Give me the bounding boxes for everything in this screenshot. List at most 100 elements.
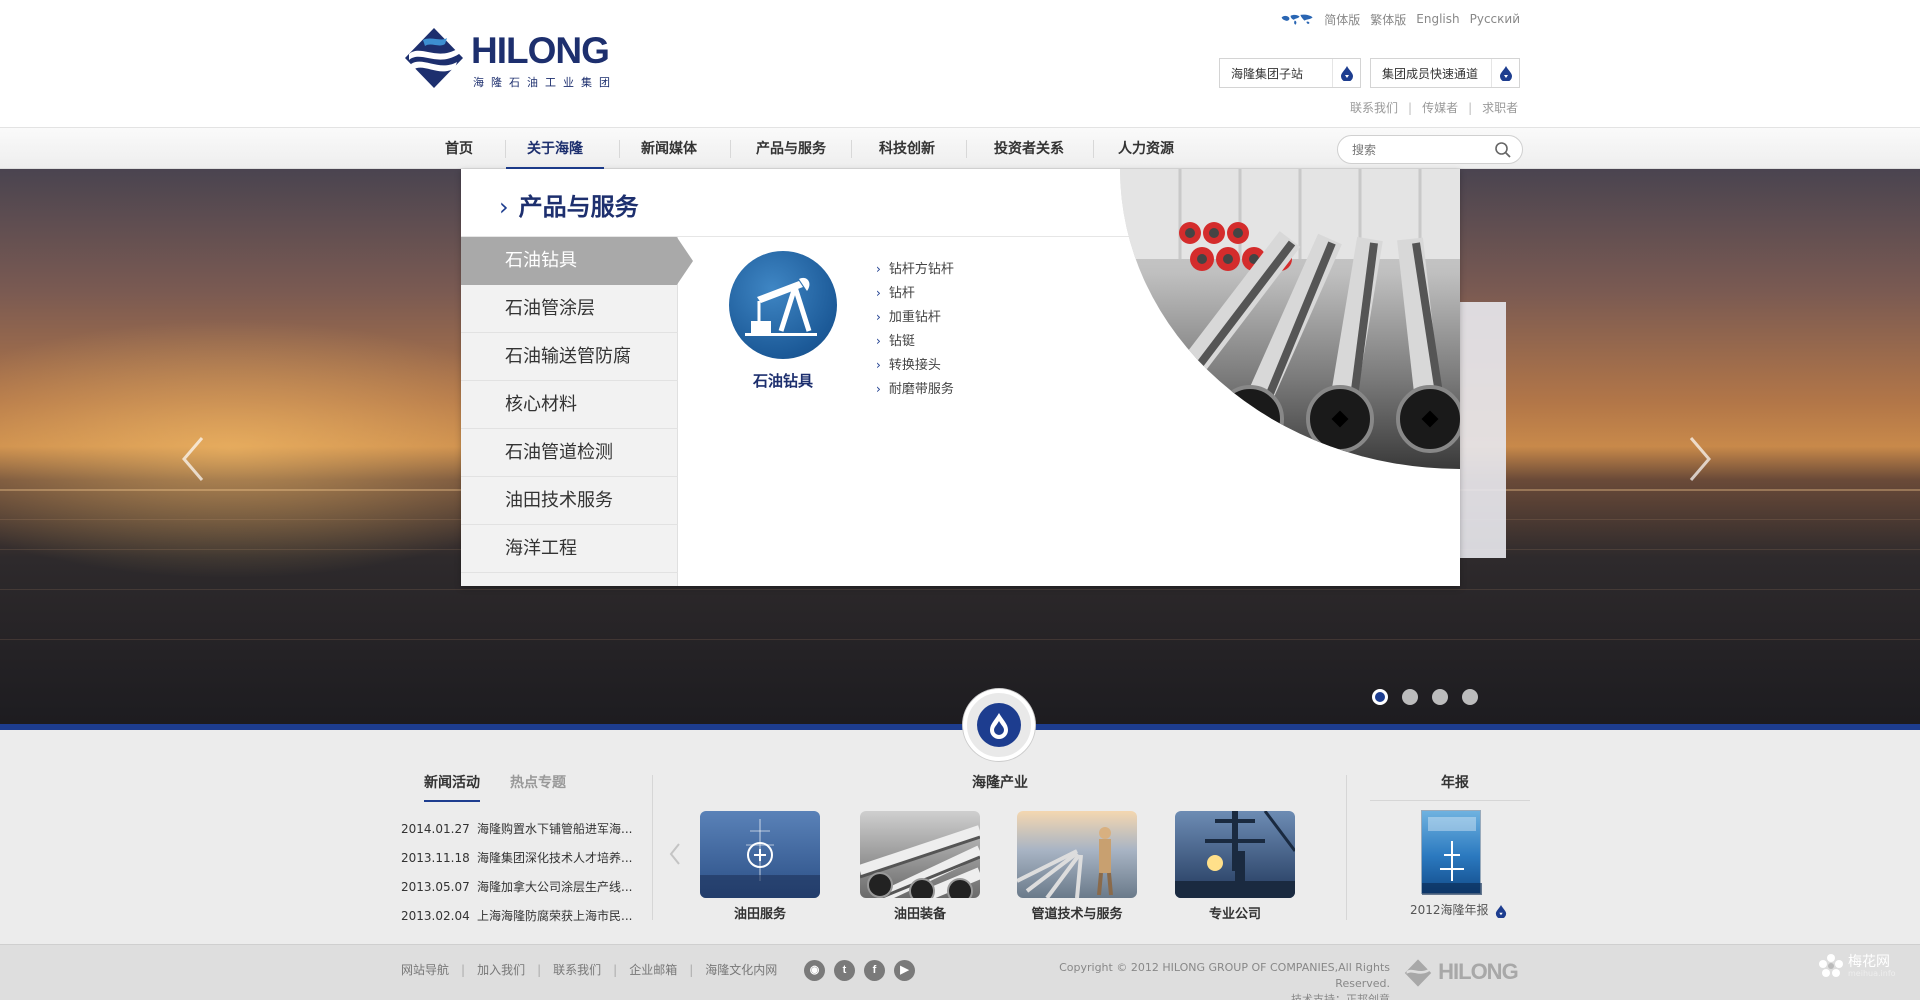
search-icon[interactable] bbox=[1494, 141, 1512, 159]
footer-link-join-us[interactable]: 加入我们 bbox=[477, 963, 525, 977]
category-core-materials[interactable]: 核心材料 bbox=[461, 381, 678, 429]
annual-report-label: 2012海隆年报 bbox=[1410, 903, 1489, 917]
industry-title: 海隆产业 bbox=[972, 775, 1028, 791]
nav-item-investors[interactable]: 投资者关系 bbox=[978, 128, 1080, 170]
nav-item-products[interactable]: 产品与服务 bbox=[741, 128, 841, 170]
accent-bar bbox=[0, 724, 1920, 730]
subproduct-label: 耐磨带服务 bbox=[888, 382, 954, 397]
category-drilling-tools[interactable]: 石油钻具 bbox=[461, 237, 693, 285]
news-title: 海隆购置水下铺管船进军海... bbox=[477, 822, 633, 836]
slide-dot-3[interactable] bbox=[1432, 689, 1448, 705]
subproduct-link[interactable]: › 钻铤 bbox=[876, 329, 954, 353]
footer-link-sitemap[interactable]: 网站导航 bbox=[401, 963, 449, 977]
annual-report-cover[interactable] bbox=[1421, 810, 1482, 895]
member-channel-dropdown-button[interactable] bbox=[1491, 59, 1519, 87]
lang-russian[interactable]: Русский bbox=[1470, 12, 1520, 26]
nav-separator bbox=[1093, 140, 1094, 158]
hilong-logo[interactable]: HILONG 海隆石油工业集团 bbox=[401, 26, 623, 90]
industry-label[interactable]: 油田服务 bbox=[700, 903, 820, 922]
subsite-dropdown-button[interactable] bbox=[1332, 59, 1360, 87]
chevron-right-icon: › bbox=[876, 334, 881, 348]
news-title: 上海海隆防腐荣获上海市民... bbox=[477, 909, 633, 923]
news-item[interactable]: 2013.05.07 海隆加拿大公司涂层生产线... bbox=[401, 873, 632, 902]
news-item[interactable]: 2013.11.18 海隆集团深化技术人才培养... bbox=[401, 844, 632, 873]
category-offshore-engineering[interactable]: 海洋工程 bbox=[461, 525, 678, 573]
footer-separator: | bbox=[461, 963, 466, 977]
link-contact-us[interactable]: 联系我们 bbox=[1350, 101, 1398, 115]
industry-pipeline-services-image[interactable] bbox=[1017, 811, 1137, 898]
chevron-left-icon[interactable] bbox=[668, 842, 682, 866]
footer-link-intranet[interactable]: 海隆文化内网 bbox=[705, 963, 777, 977]
category-pipe-coating[interactable]: 石油管涂层 bbox=[461, 285, 678, 333]
category-pipeline-inspection[interactable]: 石油管道检测 bbox=[461, 429, 678, 477]
site-footer: 网站导航 | 加入我们 | 联系我们 | 企业邮箱 | 海隆文化内网 ◉ t f ▶ Copyr… bbox=[0, 944, 1920, 1000]
nav-item-about[interactable]: 关于海隆 bbox=[506, 128, 604, 170]
news-item[interactable]: 2013.02.04 上海海隆防腐荣获上海市民... bbox=[401, 902, 632, 931]
subproduct-label: 钻铤 bbox=[888, 334, 915, 349]
industry-label[interactable]: 管道技术与服务 bbox=[1017, 903, 1137, 922]
subproduct-link[interactable]: › 钻杆方钻杆 bbox=[876, 257, 954, 281]
nav-item-home[interactable]: 首页 bbox=[431, 128, 487, 170]
member-channel-select[interactable]: 集团成员快速通道 bbox=[1370, 58, 1520, 88]
footer-logo[interactable]: HILONG bbox=[1403, 958, 1519, 988]
tab-hot-topics[interactable]: 热点专题 bbox=[510, 772, 566, 802]
footer-link-email[interactable]: 企业邮箱 bbox=[629, 963, 677, 977]
category-pipeline-anticorrosion[interactable]: 石油输送管防腐 bbox=[461, 333, 678, 381]
main-nav: 首页 关于海隆 新闻媒体 产品与服务 科技创新 投资者关系 人力资源 bbox=[0, 127, 1920, 170]
slide-dot-1[interactable] bbox=[1372, 689, 1388, 705]
tech-support-text: 技术支持：正邦创意 bbox=[1291, 993, 1390, 1000]
industry-oilfield-equipment-image[interactable] bbox=[860, 811, 980, 898]
news-date: 2013.11.18 bbox=[401, 851, 470, 865]
weibo-icon[interactable]: ◉ bbox=[804, 960, 825, 981]
industry-label[interactable]: 专业公司 bbox=[1175, 903, 1295, 922]
slide-dot-4[interactable] bbox=[1462, 689, 1478, 705]
lang-english[interactable]: English bbox=[1416, 12, 1459, 26]
brand-name: HILONG bbox=[471, 30, 610, 71]
chevron-left-icon[interactable] bbox=[178, 434, 208, 484]
link-job-seekers[interactable]: 求职者 bbox=[1482, 101, 1518, 115]
subproduct-list: › 钻杆方钻杆 › 钻杆 › 加重钻杆 › 钻铤 › 转换接头 › 耐磨带服务 bbox=[876, 257, 954, 401]
chevron-right-icon[interactable] bbox=[1685, 434, 1715, 484]
industry-label[interactable]: 油田装备 bbox=[860, 903, 980, 922]
news-item[interactable]: 2014.01.27 海隆购置水下铺管船进军海... bbox=[401, 815, 632, 844]
nav-item-hr[interactable]: 人力资源 bbox=[1106, 128, 1186, 170]
subproduct-link[interactable]: › 钻杆 bbox=[876, 281, 954, 305]
twitter-icon[interactable]: t bbox=[834, 960, 855, 981]
subproduct-label: 钻杆 bbox=[888, 286, 915, 301]
chevron-right-icon: › bbox=[876, 310, 881, 324]
products-mega-menu: › 产品与服务 石油钻具 石油管涂层 石油输送管防腐 核心材料 石油管道检测 油田… bbox=[461, 169, 1460, 586]
watermark-title: 梅花网 bbox=[1848, 954, 1890, 970]
world-map-icon bbox=[1281, 14, 1313, 25]
subsite-select[interactable]: 海隆集团子站 bbox=[1219, 58, 1361, 88]
lang-traditional[interactable]: 繁体版 bbox=[1370, 11, 1406, 28]
footer-link-contact[interactable]: 联系我们 bbox=[553, 963, 601, 977]
tab-news-activities[interactable]: 新闻活动 bbox=[424, 772, 480, 802]
news-date: 2014.01.27 bbox=[401, 822, 470, 836]
sea-reflection bbox=[0, 639, 1920, 640]
footer-separator: | bbox=[537, 963, 542, 977]
copyright: Copyright © 2012 HILONG GROUP OF COMPANI… bbox=[1010, 960, 1390, 1000]
nav-item-innovation[interactable]: 科技创新 bbox=[862, 128, 952, 170]
top-links: 联系我们 | 传媒者 | 求职者 bbox=[1350, 99, 1518, 116]
lang-simplified[interactable]: 简体版 bbox=[1324, 11, 1360, 28]
product-name: 石油钻具 bbox=[752, 372, 813, 390]
subproduct-link[interactable]: › 加重钻杆 bbox=[876, 305, 954, 329]
subproduct-link[interactable]: › 转换接头 bbox=[876, 353, 954, 377]
droplet-badge bbox=[963, 689, 1035, 761]
chevron-right-icon: › bbox=[876, 382, 881, 396]
annual-report-link[interactable]: 2012海隆年报 bbox=[1410, 901, 1507, 919]
industry-oilfield-services-image[interactable] bbox=[700, 811, 820, 898]
nav-item-news[interactable]: 新闻媒体 bbox=[624, 128, 714, 170]
chevron-right-icon: › bbox=[876, 358, 881, 372]
annual-report-title: 年报 bbox=[1441, 775, 1469, 791]
subproduct-link[interactable]: › 耐磨带服务 bbox=[876, 377, 954, 401]
link-media[interactable]: 传媒者 bbox=[1422, 101, 1458, 115]
category-oilfield-services[interactable]: 油田技术服务 bbox=[461, 477, 678, 525]
slide-dot-2[interactable] bbox=[1402, 689, 1418, 705]
youtube-icon[interactable]: ▶ bbox=[894, 960, 915, 981]
search-input[interactable] bbox=[1352, 141, 1492, 159]
facebook-icon[interactable]: f bbox=[864, 960, 885, 981]
industry-specialized-companies-image[interactable] bbox=[1175, 811, 1295, 898]
subsite-select-label: 海隆集团子站 bbox=[1231, 66, 1304, 81]
droplet-icon bbox=[1499, 66, 1512, 81]
